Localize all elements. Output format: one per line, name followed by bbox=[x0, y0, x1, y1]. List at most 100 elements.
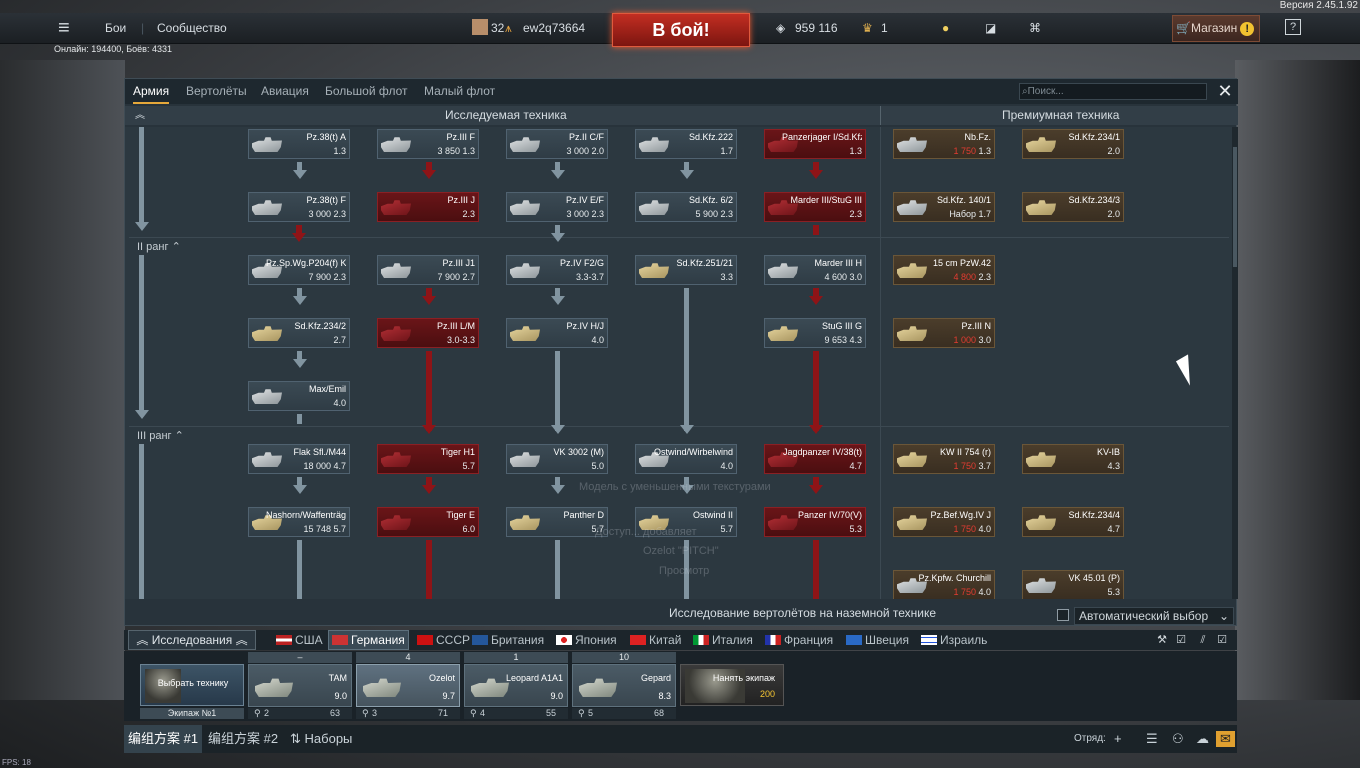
nav-community[interactable]: Сообщество bbox=[157, 13, 227, 44]
heli-research-checkbox[interactable] bbox=[1057, 609, 1069, 621]
premium-vehicle-card[interactable]: KW II 754 (r) 1 750 3.7 bbox=[893, 444, 995, 474]
nation-israel[interactable]: Израиль bbox=[921, 630, 987, 650]
premium-vehicle-card[interactable]: Pz.Kpfw. Churchill 1 750 4.0 bbox=[893, 570, 995, 599]
tab-coastal-fleet[interactable]: Малый флот bbox=[424, 79, 495, 104]
vehicle-card[interactable]: Pz.38(t) F 3 000 2.3 bbox=[248, 192, 350, 222]
crew-slot[interactable]: 10 Gepard 8.3 ⚲ 5 68 bbox=[572, 652, 676, 719]
vehicle-card[interactable]: VK 3002 (M) 5.0 bbox=[506, 444, 608, 474]
premium-vehicle-card[interactable]: Sd.Kfz.234/1 2.0 bbox=[1022, 129, 1124, 159]
premium-vehicle-card[interactable]: Sd.Kfz.234/4 4.7 bbox=[1022, 507, 1124, 537]
vehicle-card[interactable]: Panzerjager I/Sd.Kfz.25 1.3 bbox=[764, 129, 866, 159]
decals-icon[interactable]: ◪ bbox=[985, 13, 996, 44]
vehicle-card[interactable]: Nashorn/Waffenträger 15 748 5.7 bbox=[248, 507, 350, 537]
tab-aviation[interactable]: Авиация bbox=[261, 79, 309, 104]
check-icon[interactable]: ☑ bbox=[1215, 633, 1229, 647]
avatar[interactable] bbox=[472, 13, 488, 44]
auto-select-dropdown[interactable]: Автоматический выбор ⌄ bbox=[1074, 607, 1234, 625]
collapse-up-icon[interactable]: ︽ bbox=[135, 106, 145, 125]
vehicle-card[interactable]: Sd.Kfz.251/21 3.3 bbox=[635, 255, 737, 285]
shop-button[interactable]: 🛒Магазин! bbox=[1172, 15, 1260, 42]
rank-2-label[interactable]: II ранг ⌃ bbox=[137, 240, 181, 253]
nation-sweden[interactable]: Швеция bbox=[846, 630, 909, 650]
research-button[interactable]: ︽ Исследования ︽ bbox=[128, 630, 256, 650]
vehicle-card[interactable]: StuG III G 9 653 4.3 bbox=[764, 318, 866, 348]
wrench-icon[interactable]: ⚒ bbox=[1155, 633, 1169, 647]
nation-japan[interactable]: Япония bbox=[556, 630, 617, 650]
nav-battles[interactable]: Бои bbox=[105, 13, 126, 44]
rank-3-label[interactable]: III ранг ⌃ bbox=[137, 429, 184, 442]
vehicle-card[interactable]: Pz.IV H/J 4.0 bbox=[506, 318, 608, 348]
vehicle-card[interactable]: Panzer IV/70(V) 5.3 bbox=[764, 507, 866, 537]
vehicle-card[interactable]: Max/Emil 4.0 bbox=[248, 381, 350, 411]
vehicle-card[interactable]: Sd.Kfz.222 1.7 bbox=[635, 129, 737, 159]
mail-icon[interactable]: ✉ bbox=[1216, 731, 1235, 747]
nation-britain[interactable]: Британия bbox=[472, 630, 544, 650]
premium-vehicle-card[interactable]: Pz.III N 1 000 3.0 bbox=[893, 318, 995, 348]
premium-vehicle-card[interactable]: KV-IB 4.3 bbox=[1022, 444, 1124, 474]
player-name[interactable]: ew2q73664 bbox=[523, 13, 585, 44]
preset-tab-1[interactable]: 编组方案 #1 bbox=[124, 725, 203, 753]
crew-slot[interactable]: 4 Ozelot 9.7 ⚲ 3 71 bbox=[356, 652, 460, 719]
vehicle-card[interactable]: Flak Sfl./M44 18 000 4.7 bbox=[248, 444, 350, 474]
ammo-icon[interactable]: ⫽ bbox=[1196, 633, 1210, 647]
crew-slot[interactable]: – TAM 9.0 ⚲ 2 63 bbox=[248, 652, 352, 719]
preset-bar: 编组方案 #1 编组方案 #2 ⇅ Наборы Отряд: + ☰ ⚇ ☁ … bbox=[124, 725, 1237, 753]
preset-tab-2[interactable]: 编组方案 #2 bbox=[204, 725, 282, 753]
scrollbar-thumb[interactable] bbox=[1233, 147, 1237, 267]
nation-germany[interactable]: Германия bbox=[328, 630, 409, 650]
to-battle-button[interactable]: В бой! bbox=[612, 13, 750, 47]
chat-icon[interactable]: ☁ bbox=[1192, 725, 1213, 753]
tree-header: ︽ Исследуемая техника Премиумная техника bbox=[125, 106, 1238, 125]
check-icon[interactable]: ☑ bbox=[1174, 633, 1188, 647]
nation-usa[interactable]: США bbox=[276, 630, 323, 650]
nation-china[interactable]: Китай bbox=[630, 630, 681, 650]
online-stats: Онлайн: 194400, Боёв: 4331 bbox=[54, 44, 172, 54]
crew-slot[interactable]: 1 Leopard A1A1 9.0 ⚲ 4 55 bbox=[464, 652, 568, 719]
tab-helicopters[interactable]: Вертолёты bbox=[186, 79, 247, 104]
vehicle-card[interactable]: Jagdpanzer IV/38(t) 4.7 bbox=[764, 444, 866, 474]
vehicle-card[interactable]: Pz.III L/M 3.0-3.3 bbox=[377, 318, 479, 348]
hamburger-icon[interactable]: ≡ bbox=[58, 13, 70, 44]
nation-france[interactable]: Франция bbox=[765, 630, 833, 650]
vehicle-card[interactable]: Pz.II C/F 3 000 2.0 bbox=[506, 129, 608, 159]
chevron-right-icon: ︽ bbox=[235, 633, 248, 647]
vehicle-card[interactable]: Pz.Sp.Wg.P204(f) KwK 7 900 2.3 bbox=[248, 255, 350, 285]
vehicle-card[interactable]: Tiger E 6.0 bbox=[377, 507, 479, 537]
vehicle-card[interactable]: Pz.IV F2/G 3.3-3.7 bbox=[506, 255, 608, 285]
tab-army[interactable]: Армия bbox=[133, 79, 170, 104]
tab-bluewater-fleet[interactable]: Большой флот bbox=[325, 79, 408, 104]
vehicle-card[interactable]: Pz.III F 3 850 1.3 bbox=[377, 129, 479, 159]
premium-vehicle-card[interactable]: VK 45.01 (P) 5.3 bbox=[1022, 570, 1124, 599]
wallet-icon[interactable]: ⌘ bbox=[1029, 13, 1041, 44]
hire-crew-button[interactable]: Нанять экипаж 200 bbox=[680, 664, 784, 706]
premium-vehicle-card[interactable]: 15 cm PzW.42 4 800 2.3 bbox=[893, 255, 995, 285]
friends-icon[interactable]: ⚇ bbox=[1168, 725, 1188, 753]
list-icon[interactable]: ☰ bbox=[1142, 725, 1162, 753]
sets-button[interactable]: ⇅ Наборы bbox=[286, 725, 356, 753]
vehicle-card[interactable]: Ostwind/Wirbelwind 4.0 bbox=[635, 444, 737, 474]
nation-italy[interactable]: Италия bbox=[693, 630, 753, 650]
vehicle-card[interactable]: Pz.IV E/F 3 000 2.3 bbox=[506, 192, 608, 222]
vehicle-card[interactable]: Pz.III J 2.3 bbox=[377, 192, 479, 222]
add-icon[interactable]: + bbox=[1110, 725, 1126, 753]
nations-bar: ︽ Исследования ︽ США Германия СССР Брита… bbox=[124, 630, 1237, 650]
vehicle-card[interactable]: Panther D 5.7 bbox=[506, 507, 608, 537]
vehicle-card[interactable]: Tiger H1 5.7 bbox=[377, 444, 479, 474]
vehicle-card[interactable]: Marder III/StuG III 2.3 bbox=[764, 192, 866, 222]
select-vehicle-button[interactable]: Выбрать технику bbox=[140, 664, 244, 706]
premium-vehicle-card[interactable]: Sd.Kfz.234/3 2.0 bbox=[1022, 192, 1124, 222]
vehicle-card[interactable]: Pz.III J1 7 900 2.7 bbox=[377, 255, 479, 285]
vehicle-card[interactable]: Marder III H 4 600 3.0 bbox=[764, 255, 866, 285]
lightbulb-icon[interactable]: ● bbox=[942, 13, 949, 44]
close-icon[interactable]: ✕ bbox=[1216, 82, 1234, 100]
tree-scrollbar[interactable] bbox=[1232, 127, 1238, 599]
vehicle-card[interactable]: Sd.Kfz.234/2 2.7 bbox=[248, 318, 350, 348]
premium-vehicle-card[interactable]: Sd.Kfz. 140/1 Набор 1.7 bbox=[893, 192, 995, 222]
vehicle-card[interactable]: Pz.38(t) A 1.3 bbox=[248, 129, 350, 159]
help-button[interactable]: ? bbox=[1285, 19, 1301, 35]
search-input[interactable]: ⌕Поиск... bbox=[1019, 83, 1207, 100]
vehicle-card[interactable]: Sd.Kfz. 6/2 5 900 2.3 bbox=[635, 192, 737, 222]
premium-vehicle-card[interactable]: Pz.Bef.Wg.IV J 1 750 4.0 bbox=[893, 507, 995, 537]
nation-ussr[interactable]: СССР bbox=[417, 630, 470, 650]
premium-vehicle-card[interactable]: Nb.Fz. 1 750 1.3 bbox=[893, 129, 995, 159]
